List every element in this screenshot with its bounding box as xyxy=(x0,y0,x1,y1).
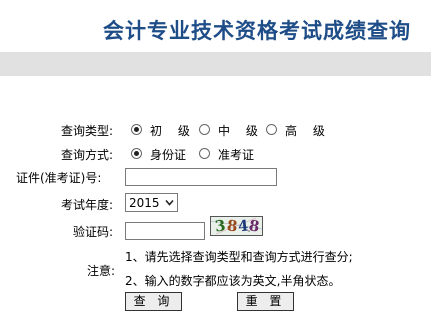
query-method-radio-id-card[interactable] xyxy=(131,148,142,159)
query-type-option-junior: 初 级 xyxy=(150,124,196,138)
query-type-option-senior: 高 级 xyxy=(285,124,331,138)
query-method-option-admission-ticket: 准考证 xyxy=(218,148,255,162)
query-method-option-id-card: 身份证 xyxy=(150,148,187,162)
query-type-option-intermediate: 中 级 xyxy=(218,124,264,138)
query-type-radio-senior[interactable] xyxy=(266,124,277,135)
notes-label: 注意: xyxy=(87,264,116,278)
query-type-radio-junior[interactable] xyxy=(131,124,142,135)
exam-year-select[interactable]: 2015 xyxy=(125,193,178,212)
note-item-2: 2、输入的数字都应该为英文,半角状态。 xyxy=(125,274,341,288)
id-number-input[interactable] xyxy=(125,168,277,186)
reset-button[interactable]: 重 置 xyxy=(237,292,294,311)
query-type-radio-intermediate[interactable] xyxy=(199,124,210,135)
captcha-image[interactable]: 3 8 4 8 xyxy=(210,216,263,236)
query-button[interactable]: 查 询 xyxy=(125,292,182,311)
captcha-input[interactable] xyxy=(125,222,205,240)
id-number-label: 证件(准考证)号: xyxy=(16,171,102,185)
header-band xyxy=(0,52,431,76)
captcha-label: 验证码: xyxy=(73,225,114,239)
exam-year-label: 考试年度: xyxy=(61,198,114,212)
exam-year-value: 2015 xyxy=(129,196,160,210)
query-method-label: 查询方式: xyxy=(61,148,114,162)
page-title: 会计专业技术资格考试成绩查询 xyxy=(103,19,411,43)
chevron-down-icon xyxy=(165,199,174,206)
query-type-label: 查询类型: xyxy=(61,124,114,138)
query-method-radio-admission-ticket[interactable] xyxy=(199,148,210,159)
note-item-1: 1、请先选择查询类型和查询方式进行查分; xyxy=(125,250,353,264)
